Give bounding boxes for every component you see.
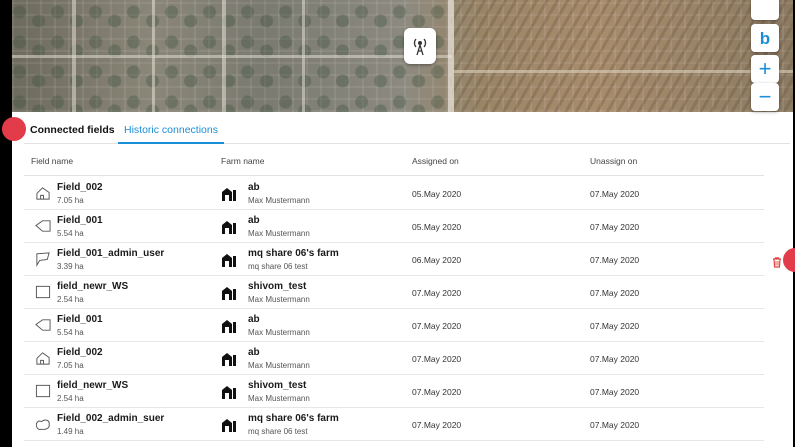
antenna-icon (413, 38, 427, 56)
assigned-date: 07.May 2020 (412, 387, 462, 397)
field-shape-icon (35, 384, 51, 398)
field-name: Field_002 (57, 182, 103, 193)
field-name: Field_001_admin_user (57, 248, 165, 259)
table-row[interactable]: Field_001 5.54 ha ab Max Mustermann 07.May 2… (24, 309, 764, 342)
field-size: 5.54 ha (57, 328, 84, 337)
assigned-date: 07.May 2020 (412, 288, 462, 298)
field-shape-icon (35, 419, 50, 431)
trash-icon[interactable] (771, 256, 783, 268)
field-shape-icon (36, 187, 50, 200)
plus-icon: + (758, 56, 772, 81)
highlight-marker (2, 117, 26, 141)
zoom-in-button[interactable]: + (751, 55, 779, 83)
unassign-date: 07.May 2020 (590, 387, 640, 397)
farm-name: shivom_test (248, 380, 307, 391)
field-size: 1.49 ha (57, 427, 84, 436)
assigned-date: 07.May 2020 (412, 420, 462, 430)
satellite-map[interactable] (12, 0, 793, 112)
farm-icon (222, 254, 236, 267)
unassign-date: 07.May 2020 (590, 354, 640, 364)
farm-icon (222, 320, 236, 333)
farm-icon (222, 287, 236, 300)
tab-historic-connections[interactable]: Historic connections (118, 116, 224, 144)
assigned-date: 07.May 2020 (412, 354, 462, 364)
farm-icon (222, 353, 236, 366)
table-header: Field name Farm name Assigned on Unassig… (24, 148, 764, 176)
field-name: Field_001 (57, 215, 103, 226)
field-size: 7.05 ha (57, 361, 84, 370)
zoom-out-button[interactable]: − (751, 83, 779, 111)
map-control-top[interactable] (751, 0, 779, 20)
field-shape-icon (35, 285, 51, 299)
assigned-date: 07.May 2020 (412, 321, 462, 331)
table-row[interactable]: field_newr_WS 2.54 ha shivom_test Max Muste… (24, 276, 764, 309)
column-header-farm-name: Farm name (221, 156, 265, 166)
farm-name: shivom_test (248, 281, 307, 292)
column-header-unassign-on: Unassign on (590, 156, 638, 166)
assigned-date: 06.May 2020 (412, 255, 462, 265)
unassign-date: 07.May 2020 (590, 189, 640, 199)
table-row[interactable]: Field_002 7.05 ha ab Max Mustermann 05.May 2… (24, 177, 764, 210)
field-size: 5.54 ha (57, 229, 84, 238)
farm-name: ab (248, 347, 260, 358)
farm-owner: Max Mustermann (248, 361, 310, 370)
unassign-date: 07.May 2020 (590, 420, 640, 430)
field-name: Field_001 (57, 314, 103, 325)
unassign-date: 07.May 2020 (590, 288, 640, 298)
field-shape-icon (36, 352, 50, 365)
field-size: 2.54 ha (57, 394, 84, 403)
field-name: field_newr_WS (57, 380, 129, 391)
table-row[interactable]: Field_002 7.05 ha ab Max Mustermann 07.May 2… (24, 342, 764, 375)
field-size: 2.54 ha (57, 295, 84, 304)
tab-bar: Connected fields Historic connections (24, 116, 790, 144)
unassign-date: 07.May 2020 (590, 255, 640, 265)
farm-owner: Max Mustermann (248, 229, 310, 238)
field-shape-icon (36, 252, 50, 267)
antenna-marker[interactable] (404, 28, 436, 64)
table-row[interactable]: Field_001 5.54 ha ab Max Mustermann 05.May 2… (24, 210, 764, 243)
farm-owner: Max Mustermann (248, 328, 310, 337)
table-row[interactable]: Field_002_admin_suer 1.49 ha mq share 06's… (24, 408, 764, 441)
farm-name: ab (248, 182, 260, 193)
farm-name: ab (248, 215, 260, 226)
farm-icon (222, 188, 236, 201)
farm-name: mq share 06's farm (248, 413, 339, 424)
field-name: Field_002_admin_suer (57, 413, 165, 424)
farm-owner: mq share 06 test (248, 262, 308, 271)
bing-button[interactable]: b (751, 24, 779, 52)
unassign-date: 07.May 2020 (590, 321, 640, 331)
farm-name: ab (248, 314, 260, 325)
tab-connected-fields[interactable]: Connected fields (24, 116, 121, 144)
bing-icon: b (759, 28, 771, 48)
farm-icon (222, 419, 236, 432)
field-name: Field_002 (57, 347, 103, 358)
assigned-date: 05.May 2020 (412, 222, 462, 232)
field-shape-icon (35, 220, 51, 232)
farm-icon (222, 221, 236, 234)
table-row[interactable]: Field_001_admin_user 3.39 ha mq share 06's… (24, 243, 764, 276)
farm-owner: Max Mustermann (248, 295, 310, 304)
farm-owner: mq share 06 test (248, 427, 308, 436)
field-shape-icon (35, 319, 51, 331)
field-size: 7.05 ha (57, 196, 84, 205)
unassign-date: 07.May 2020 (590, 222, 640, 232)
farm-owner: Max Mustermann (248, 196, 310, 205)
farm-owner: Max Mustermann (248, 394, 310, 403)
table-row[interactable]: field_newr_WS 2.54 ha shivom_test Max Muste… (24, 375, 764, 408)
field-name: field_newr_WS (57, 281, 129, 292)
column-header-assigned-on: Assigned on (412, 156, 459, 166)
farm-name: mq share 06's farm (248, 248, 339, 259)
farm-icon (222, 386, 236, 399)
minus-icon: − (758, 84, 772, 109)
column-header-field-name: Field name (31, 156, 74, 166)
field-size: 3.39 ha (57, 262, 84, 271)
assigned-date: 05.May 2020 (412, 189, 462, 199)
